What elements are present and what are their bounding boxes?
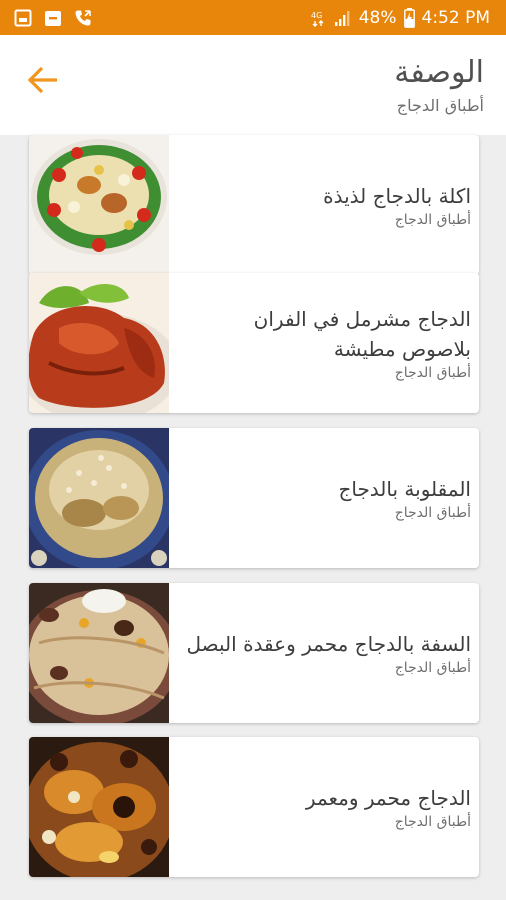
signal-icon (334, 9, 352, 27)
recipe-image (29, 135, 169, 275)
battery-icon (403, 7, 415, 28)
app-bar: الوصفة أطباق الدجاج (0, 35, 506, 135)
recipe-category: أطباق الدجاج (394, 660, 471, 676)
recipe-image (29, 428, 169, 568)
recipe-text: السفة بالدجاج محمر وعقدة البصل أطباق الد… (179, 583, 471, 723)
wifi-4g-icon: 4G (311, 9, 327, 27)
svg-text:4G: 4G (311, 11, 322, 20)
recipe-text: اكلة بالدجاج لذيذة أطباق الدجاج (179, 135, 471, 275)
recipe-card[interactable]: الدجاج محمر ومعمر أطباق الدجاج (29, 737, 479, 877)
clock: 4:52 PM (421, 7, 491, 28)
arrow-left-icon (27, 66, 59, 98)
recipe-text: المقلوبة بالدجاج أطباق الدجاج (179, 428, 471, 568)
recipe-title: المقلوبة بالدجاج (338, 477, 471, 501)
recipe-card[interactable]: الدجاج مشرمل في الفران بلاصوص مطيشة أطبا… (29, 273, 479, 413)
recipe-card[interactable]: المقلوبة بالدجاج أطباق الدجاج (29, 428, 479, 568)
status-left-icons (14, 9, 92, 27)
recipe-image (29, 583, 169, 723)
page-subtitle: أطباق الدجاج (396, 96, 484, 115)
status-right: 4G 48% 4:52 PM (311, 7, 491, 28)
battery-percent: 48% (358, 7, 397, 28)
store-icon (44, 9, 62, 27)
page-title: الوصفة (394, 55, 484, 90)
recipe-card[interactable]: اكلة بالدجاج لذيذة أطباق الدجاج (29, 135, 479, 275)
recipe-category: أطباق الدجاج (394, 505, 471, 521)
status-bar: 4G 48% 4:52 PM (0, 0, 506, 35)
recipe-card[interactable]: السفة بالدجاج محمر وعقدة البصل أطباق الد… (29, 583, 479, 723)
recipe-category: أطباق الدجاج (394, 212, 471, 228)
recipe-title: السفة بالدجاج محمر وعقدة البصل (186, 632, 471, 656)
gallery-icon (14, 9, 32, 27)
recipe-category: أطباق الدجاج (394, 814, 471, 830)
recipe-text: الدجاج مشرمل في الفران بلاصوص مطيشة أطبا… (179, 273, 471, 413)
phone-icon (74, 9, 92, 27)
recipe-title: الدجاج محمر ومعمر (305, 786, 471, 810)
recipe-text: الدجاج محمر ومعمر أطباق الدجاج (179, 737, 471, 877)
recipe-image (29, 273, 169, 413)
recipe-title: اكلة بالدجاج لذيذة (323, 184, 471, 208)
recipe-image (29, 737, 169, 877)
recipe-title: الدجاج مشرمل في الفران بلاصوص مطيشة (253, 307, 471, 361)
recipe-category: أطباق الدجاج (394, 365, 471, 381)
back-button[interactable] (22, 61, 64, 103)
